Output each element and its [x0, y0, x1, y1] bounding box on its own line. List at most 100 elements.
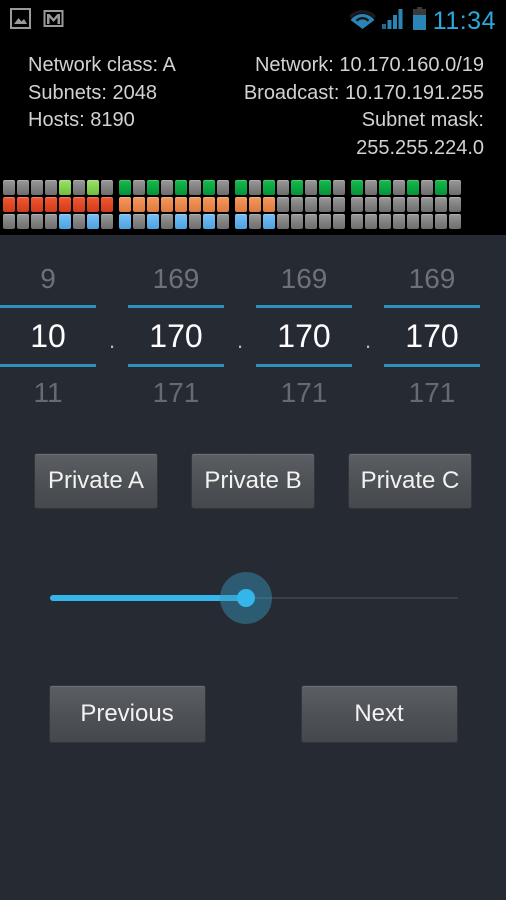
- bit-cell[interactable]: [217, 180, 229, 196]
- bit-cell[interactable]: [101, 197, 113, 213]
- bit-cell[interactable]: [351, 180, 363, 196]
- bit-cell[interactable]: [365, 214, 377, 230]
- bit-cell[interactable]: [17, 197, 29, 213]
- bit-cell[interactable]: [59, 214, 71, 230]
- bit-cell[interactable]: [249, 214, 261, 230]
- bit-cell[interactable]: [449, 180, 461, 196]
- bit-cell[interactable]: [17, 180, 29, 196]
- bit-cell[interactable]: [435, 197, 447, 213]
- bit-cell[interactable]: [161, 180, 173, 196]
- bit-cell[interactable]: [119, 197, 131, 213]
- bit-cell[interactable]: [249, 197, 261, 213]
- octet-current-3[interactable]: 170: [256, 308, 352, 364]
- bit-cell[interactable]: [147, 180, 159, 196]
- bit-cell[interactable]: [73, 180, 85, 196]
- bit-cell[interactable]: [235, 214, 247, 230]
- bit-cell[interactable]: [133, 180, 145, 196]
- bit-cell[interactable]: [147, 214, 159, 230]
- bit-cell[interactable]: [161, 214, 173, 230]
- bit-cell[interactable]: [87, 197, 99, 213]
- private-a-button[interactable]: Private A: [34, 453, 158, 510]
- bit-cell[interactable]: [45, 180, 57, 196]
- bit-cell[interactable]: [101, 180, 113, 196]
- bit-cell[interactable]: [263, 197, 275, 213]
- bit-cell[interactable]: [3, 214, 15, 230]
- bit-cell[interactable]: [161, 197, 173, 213]
- bit-cell[interactable]: [59, 197, 71, 213]
- bit-cell[interactable]: [333, 180, 345, 196]
- bit-cell[interactable]: [119, 180, 131, 196]
- bit-cell[interactable]: [147, 197, 159, 213]
- bit-cell[interactable]: [421, 214, 433, 230]
- bit-cell[interactable]: [305, 197, 317, 213]
- bit-cell[interactable]: [305, 214, 317, 230]
- bit-cell[interactable]: [203, 214, 215, 230]
- bit-cell[interactable]: [449, 214, 461, 230]
- private-b-button[interactable]: Private B: [191, 453, 315, 510]
- previous-button[interactable]: Previous: [48, 685, 206, 744]
- bit-cell[interactable]: [31, 214, 43, 230]
- octet-below-4[interactable]: 171: [384, 367, 480, 419]
- bit-cell[interactable]: [3, 180, 15, 196]
- bit-cell[interactable]: [291, 214, 303, 230]
- bit-cell[interactable]: [319, 214, 331, 230]
- bit-cell[interactable]: [277, 214, 289, 230]
- bit-cell[interactable]: [133, 197, 145, 213]
- bit-cell[interactable]: [17, 214, 29, 230]
- bit-cell[interactable]: [175, 214, 187, 230]
- bit-cell[interactable]: [393, 180, 405, 196]
- bit-cell[interactable]: [249, 180, 261, 196]
- bit-cell[interactable]: [217, 214, 229, 230]
- bit-matrix[interactable]: [0, 178, 506, 236]
- bit-cell[interactable]: [189, 180, 201, 196]
- bit-cell[interactable]: [45, 197, 57, 213]
- bit-cell[interactable]: [277, 180, 289, 196]
- bit-cell[interactable]: [305, 180, 317, 196]
- bit-cell[interactable]: [435, 180, 447, 196]
- octet-below-row[interactable]: 11 171 171 171: [0, 367, 506, 419]
- bit-cell[interactable]: [365, 180, 377, 196]
- octet-below-1[interactable]: 11: [0, 367, 96, 419]
- bit-octet-4[interactable]: [348, 180, 464, 230]
- bit-cell[interactable]: [365, 197, 377, 213]
- bit-cell[interactable]: [407, 214, 419, 230]
- bit-octet-3[interactable]: [232, 180, 348, 230]
- bit-cell[interactable]: [73, 214, 85, 230]
- octet-current-4[interactable]: 170: [384, 308, 480, 364]
- bit-cell[interactable]: [31, 197, 43, 213]
- bit-cell[interactable]: [263, 180, 275, 196]
- bit-cell[interactable]: [31, 180, 43, 196]
- bit-cell[interactable]: [87, 180, 99, 196]
- bit-cell[interactable]: [101, 214, 113, 230]
- octet-above-row[interactable]: 9 169 169 169: [0, 253, 506, 305]
- bit-cell[interactable]: [203, 180, 215, 196]
- bit-cell[interactable]: [277, 197, 289, 213]
- octet-current-row[interactable]: 10. 170. 170. 170: [0, 308, 506, 364]
- prefix-slider[interactable]: [0, 569, 506, 629]
- bit-cell[interactable]: [379, 180, 391, 196]
- bit-cell[interactable]: [351, 214, 363, 230]
- octet-above-1[interactable]: 9: [0, 253, 96, 305]
- bit-cell[interactable]: [133, 214, 145, 230]
- bit-cell[interactable]: [119, 214, 131, 230]
- bit-cell[interactable]: [87, 214, 99, 230]
- private-c-button[interactable]: Private C: [348, 453, 472, 510]
- bit-cell[interactable]: [379, 197, 391, 213]
- bit-cell[interactable]: [319, 180, 331, 196]
- bit-cell[interactable]: [189, 197, 201, 213]
- bit-cell[interactable]: [291, 197, 303, 213]
- bit-cell[interactable]: [421, 180, 433, 196]
- bit-cell[interactable]: [189, 214, 201, 230]
- bit-cell[interactable]: [449, 197, 461, 213]
- bit-cell[interactable]: [45, 214, 57, 230]
- octet-above-4[interactable]: 169: [384, 253, 480, 305]
- octet-above-2[interactable]: 169: [128, 253, 224, 305]
- bit-cell[interactable]: [73, 197, 85, 213]
- octet-below-2[interactable]: 171: [128, 367, 224, 419]
- bit-cell[interactable]: [203, 197, 215, 213]
- bit-cell[interactable]: [235, 197, 247, 213]
- bit-cell[interactable]: [421, 197, 433, 213]
- bit-cell[interactable]: [393, 197, 405, 213]
- octet-below-3[interactable]: 171: [256, 367, 352, 419]
- bit-cell[interactable]: [291, 180, 303, 196]
